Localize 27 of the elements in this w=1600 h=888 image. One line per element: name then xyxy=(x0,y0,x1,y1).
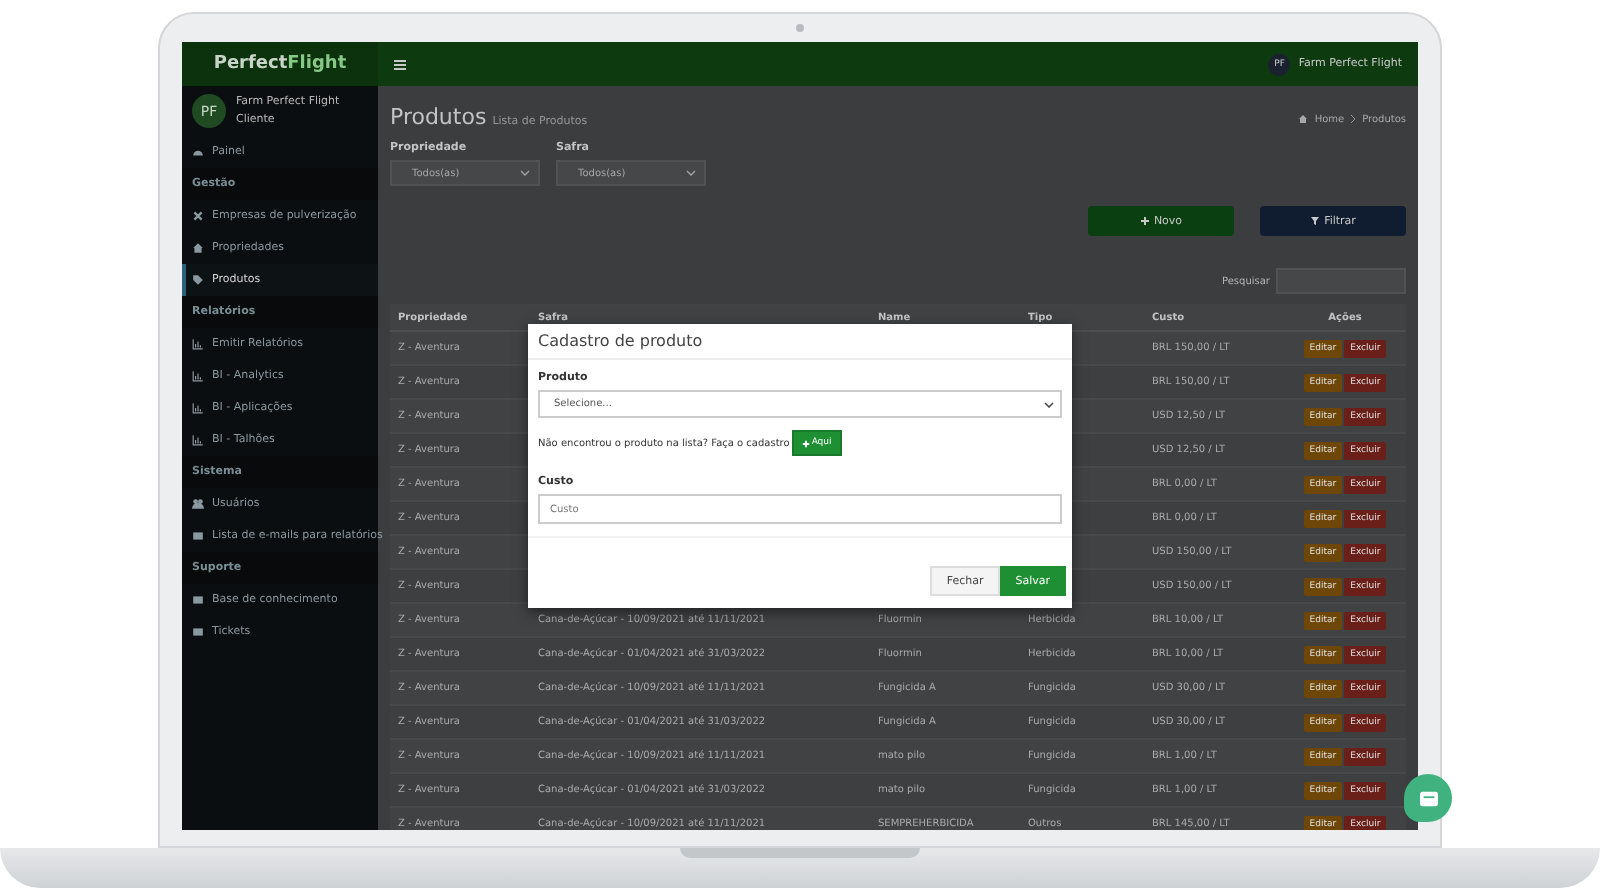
home-icon xyxy=(1298,114,1309,124)
caret-icon xyxy=(1044,401,1054,407)
tag-icon xyxy=(192,274,204,286)
list-icon xyxy=(192,594,204,606)
home-icon xyxy=(192,242,204,254)
caret-icon xyxy=(686,170,696,176)
chart-icon xyxy=(192,338,204,350)
page-title: Produtos xyxy=(390,104,487,130)
users-icon xyxy=(192,498,204,510)
chat-icon xyxy=(1417,789,1439,807)
brand-logo: PerfectFlight xyxy=(182,42,378,86)
chart-icon xyxy=(192,402,204,414)
caret-icon xyxy=(520,170,530,176)
chart-icon xyxy=(192,370,204,382)
menu-icon[interactable] xyxy=(394,59,406,69)
plus-icon xyxy=(1139,216,1150,226)
camera-icon xyxy=(796,24,804,32)
list-icon xyxy=(192,626,204,638)
chevron-icon xyxy=(1350,114,1357,124)
chat-button[interactable] xyxy=(1404,774,1452,822)
list-icon xyxy=(192,530,204,542)
dialog-title: Cadastro de produto xyxy=(528,324,1072,360)
gauge-icon xyxy=(192,146,204,158)
chart-icon xyxy=(192,434,204,446)
cross-icon xyxy=(192,210,204,222)
plus-icon xyxy=(801,439,810,447)
funnel-icon xyxy=(1310,216,1321,226)
